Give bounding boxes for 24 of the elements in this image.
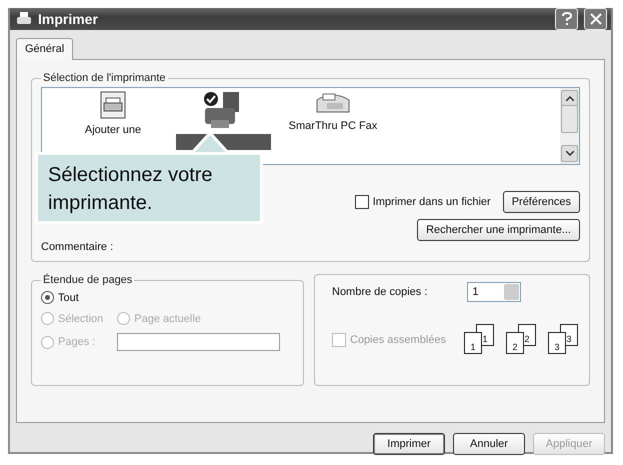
printer-icon: [98, 90, 128, 120]
find-printer-button[interactable]: Rechercher une imprimante...: [417, 219, 580, 241]
copies-spinner[interactable]: 1: [467, 282, 522, 302]
help-button[interactable]: [555, 8, 578, 30]
scroll-down-icon[interactable]: [561, 145, 578, 162]
dialog-button[interactable]: Imprimer: [373, 433, 445, 455]
tab[interactable]: Général: [16, 38, 74, 60]
preferences-button[interactable]: Préférences: [502, 191, 580, 213]
printer-item[interactable]: Ajouter une: [68, 124, 158, 136]
group-title: Étendue de pages: [42, 274, 134, 286]
scrollbar-thumb[interactable]: [561, 105, 578, 133]
dialog-button[interactable]: Annuler: [453, 433, 525, 455]
group-title: Sélection de l'imprimante: [42, 72, 167, 84]
help-icon: [562, 12, 572, 26]
copies-label: Nombre de copies :: [332, 286, 428, 298]
window-title: Imprimer: [38, 11, 99, 27]
close-icon: [590, 13, 602, 25]
scroll-up-icon[interactable]: [561, 90, 578, 107]
printer-icon: [16, 11, 32, 27]
radio-option[interactable]: Tout: [41, 291, 104, 304]
printer-item[interactable]: SmarThru PC Fax: [288, 120, 378, 132]
comment-label: Commentaire :: [41, 241, 114, 253]
print-to-file-checkbox[interactable]: Imprimer dans un fichier: [354, 195, 491, 209]
close-button[interactable]: [584, 8, 607, 30]
